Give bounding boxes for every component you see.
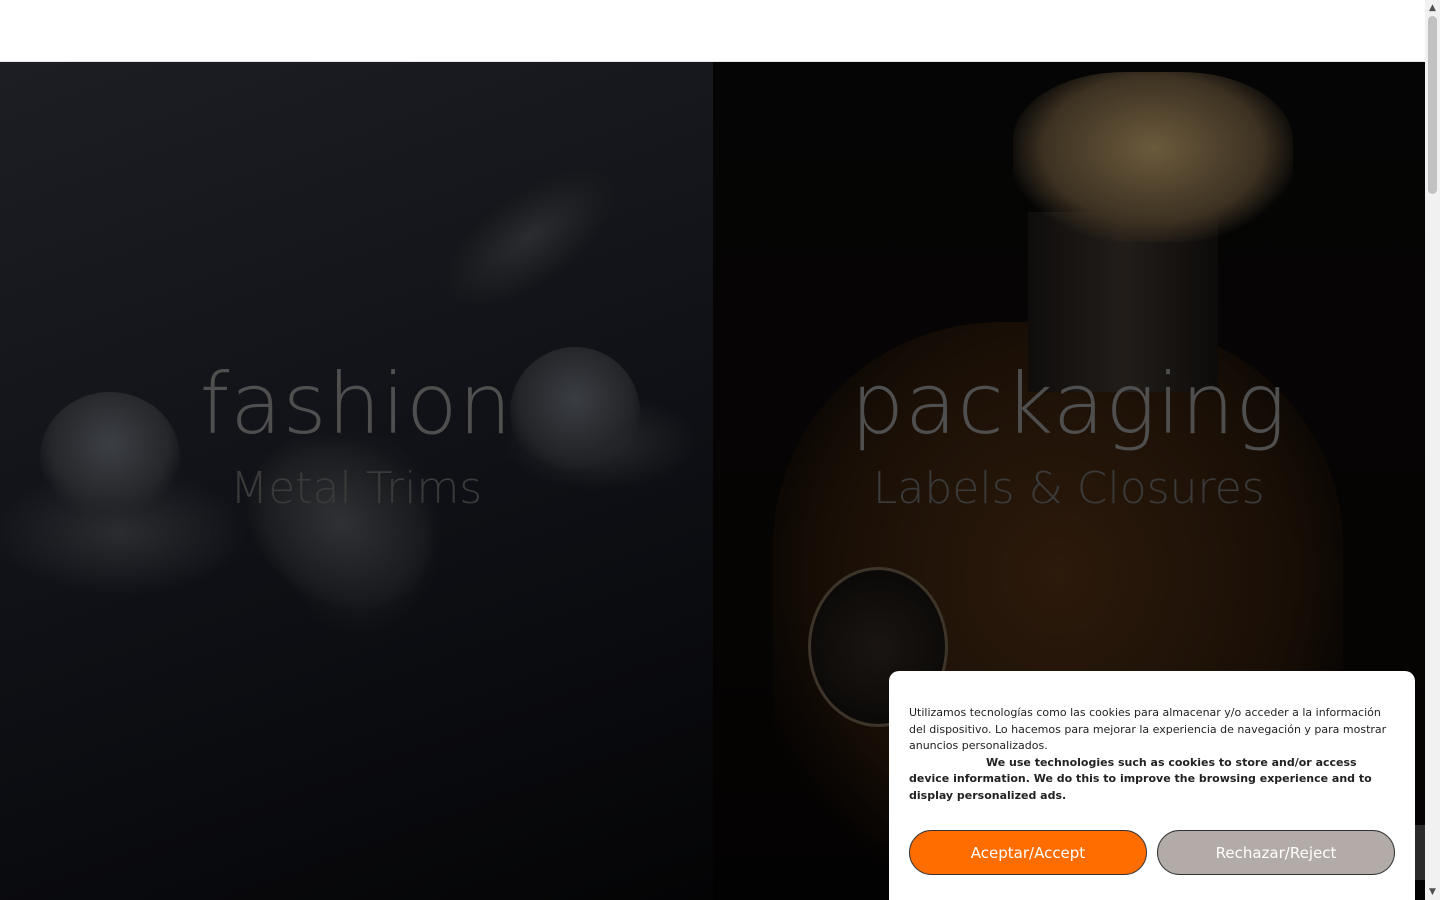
- fashion-heading-group: fashion: [0, 362, 713, 446]
- cookie-text-english: We use technologies such as cookies to s…: [909, 755, 1372, 802]
- triangle-up-icon[interactable]: ▲: [1428, 3, 1437, 13]
- cookie-buttons: Aceptar/Accept Rechazar/Reject: [909, 830, 1395, 875]
- triangle-down-icon[interactable]: ▼: [1428, 887, 1437, 897]
- fashion-title[interactable]: fashion: [0, 362, 713, 446]
- fashion-subtitle-group: Metal Trims: [0, 467, 713, 511]
- bottle-cap-image: [1012, 72, 1293, 242]
- site-header: [0, 0, 1425, 62]
- cookie-consent-banner: Utilizamos tecnologías como las cookies …: [889, 671, 1415, 900]
- reject-cookies-button[interactable]: Rechazar/Reject: [1157, 830, 1395, 875]
- packaging-title[interactable]: packaging: [713, 362, 1426, 446]
- packaging-heading-group: packaging: [713, 362, 1426, 446]
- page-scrollbar[interactable]: ▲ ▼: [1425, 0, 1440, 900]
- fashion-subtitle[interactable]: Metal Trims: [0, 467, 713, 511]
- accept-cookies-button[interactable]: Aceptar/Accept: [909, 830, 1147, 875]
- scrollbar-thumb[interactable]: [1428, 16, 1437, 194]
- fashion-panel[interactable]: fashion Metal Trims: [0, 62, 713, 900]
- packaging-subtitle-group: Labels & Closures: [713, 467, 1426, 511]
- packaging-subtitle[interactable]: Labels & Closures: [713, 467, 1426, 511]
- rivet-image: [422, 142, 638, 332]
- cookie-text-spanish: Utilizamos tecnologías como las cookies …: [909, 706, 1387, 752]
